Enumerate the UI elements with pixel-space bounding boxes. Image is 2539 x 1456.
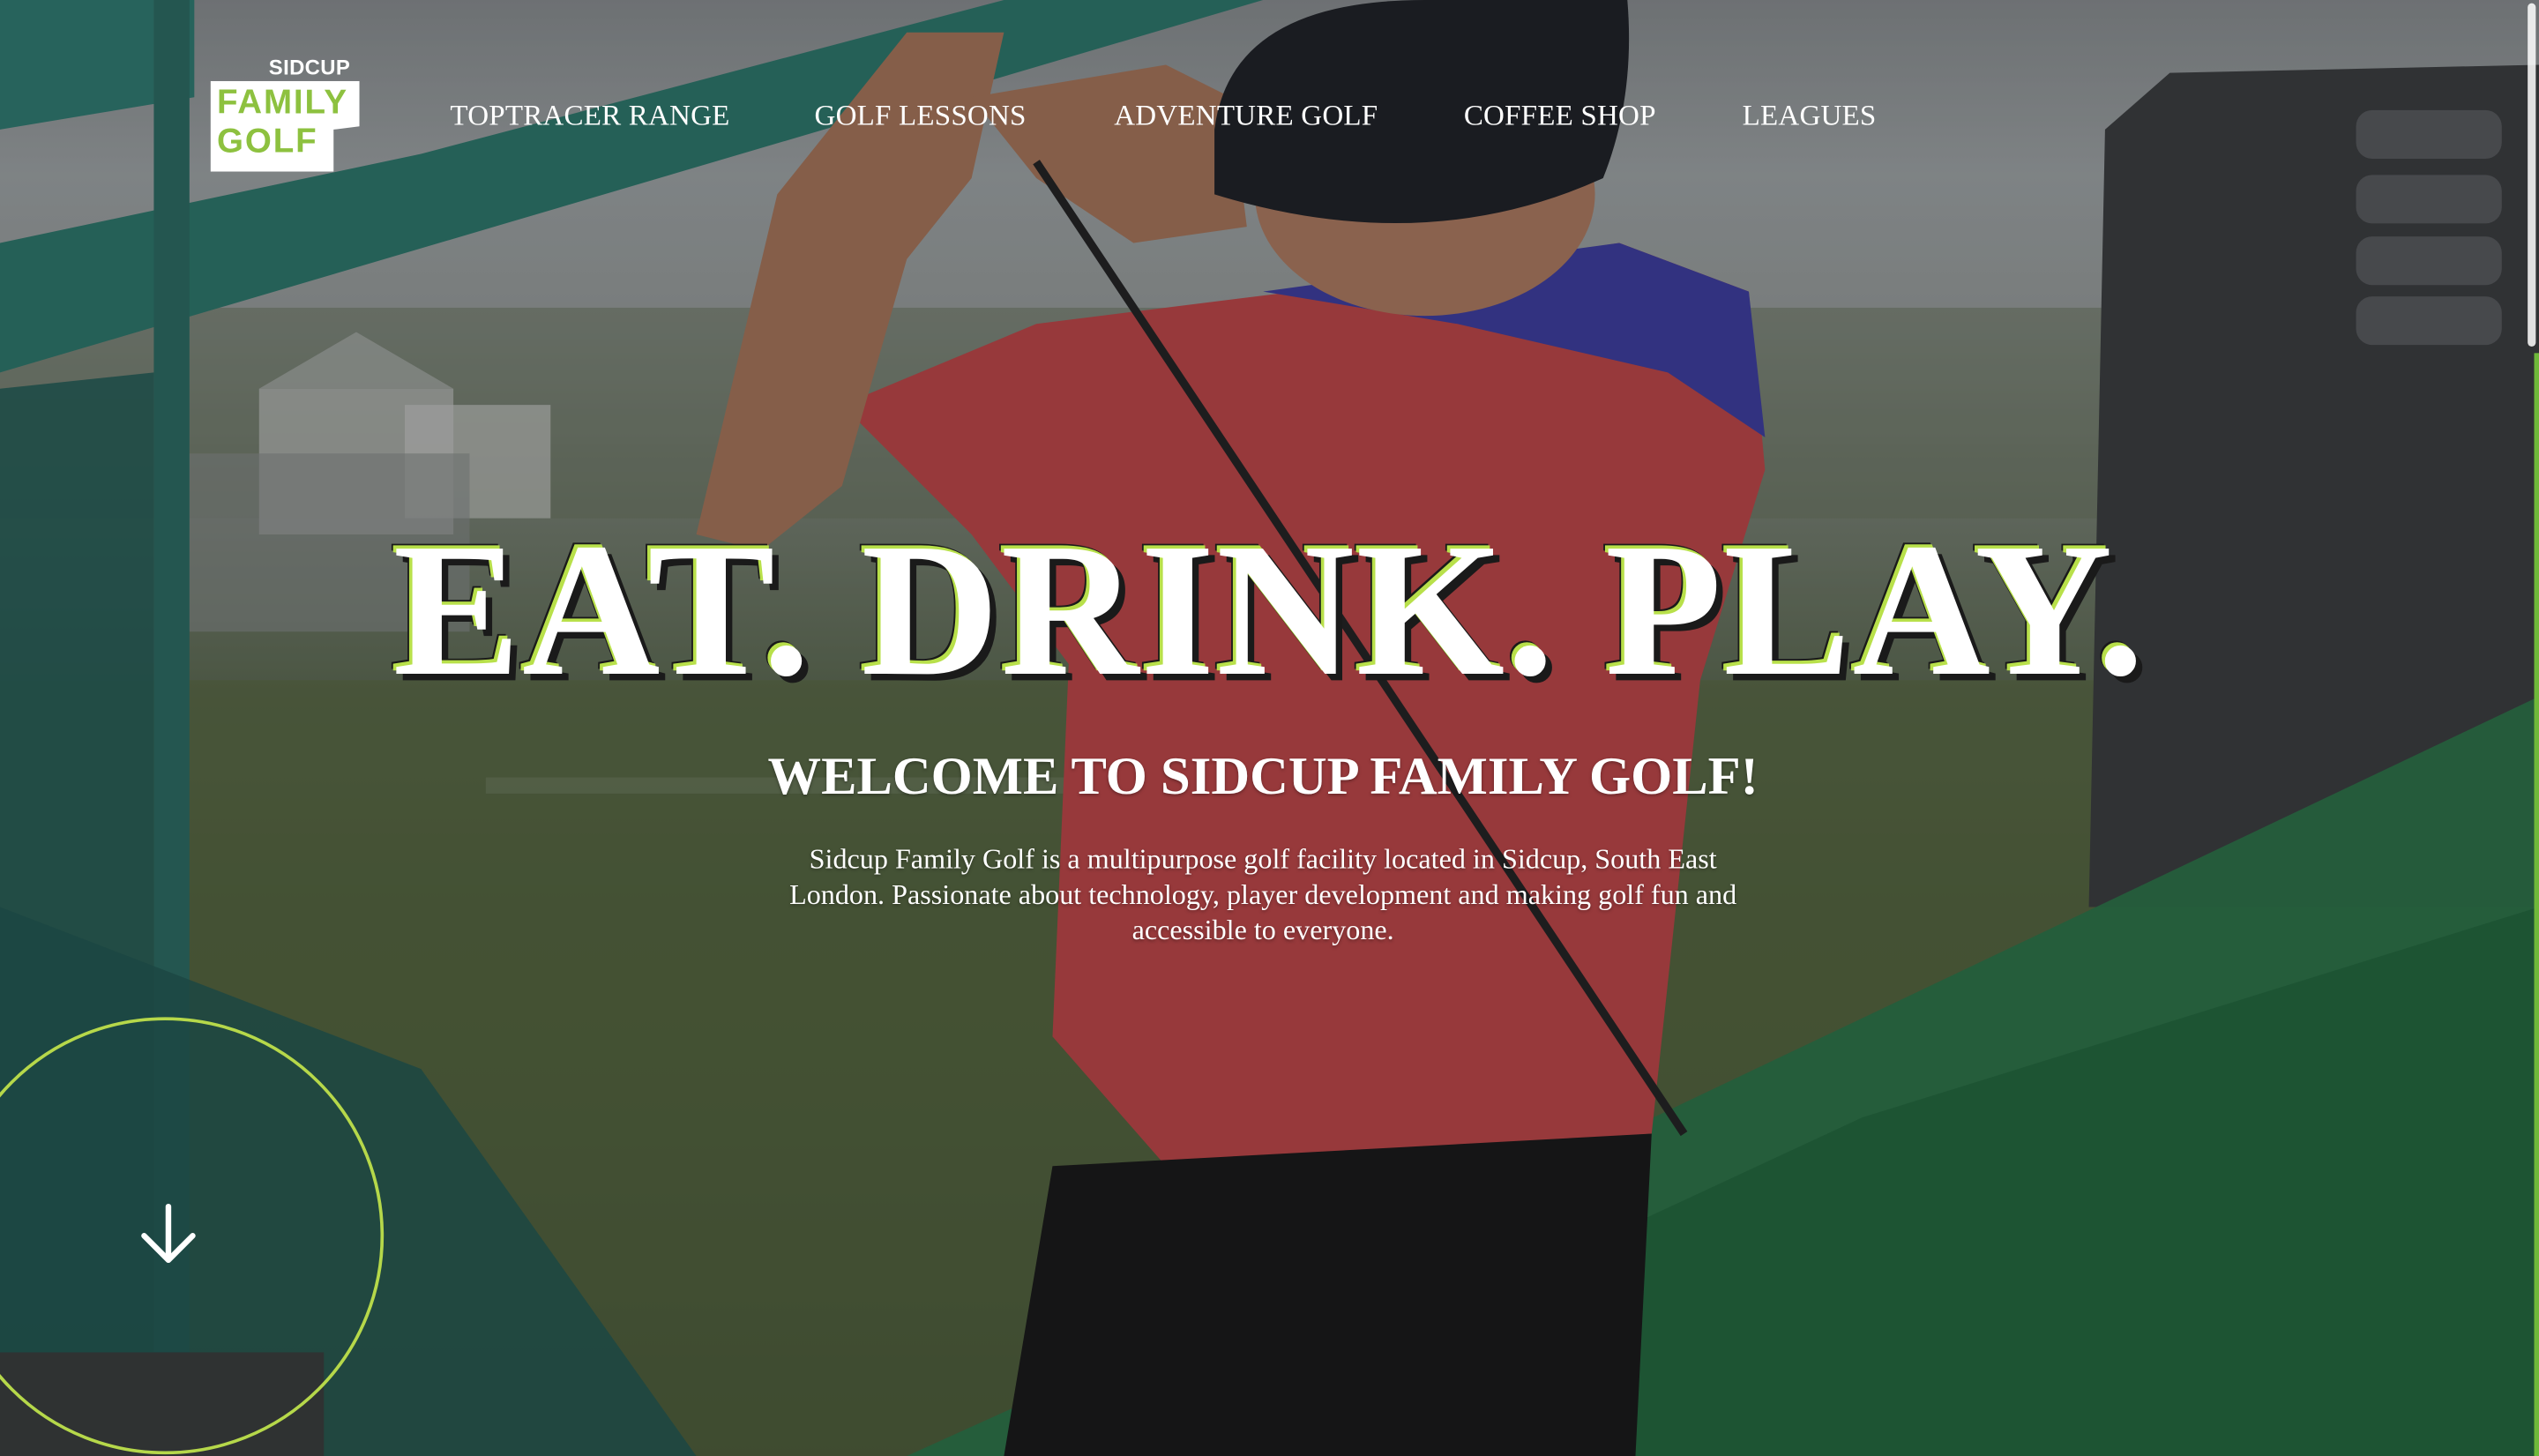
- nav-item-golf-lessons[interactable]: GOLF LESSONS: [815, 99, 1027, 133]
- welcome-heading: WELCOME TO SIDCUP FAMILY GOLF!: [767, 748, 1759, 807]
- page: SIDCUP FAMILY GOLF TOPTRACER RANGE GOLF …: [0, 0, 2539, 1456]
- nav-item-adventure-golf[interactable]: ADVENTURE GOLF: [1114, 99, 1378, 133]
- arrow-down-icon[interactable]: [136, 1202, 200, 1266]
- page-scrollbar-thumb[interactable]: [2528, 3, 2536, 347]
- nav-item-toptracer-range[interactable]: TOPTRACER RANGE: [450, 99, 729, 133]
- logo-block: FAMILY GOLF: [210, 80, 360, 172]
- nav-item-leagues[interactable]: LEAGUES: [1743, 99, 1877, 133]
- logo-family-text: FAMILY: [217, 84, 348, 122]
- intro-paragraph: Sidcup Family Golf is a multipurpose gol…: [789, 841, 1737, 946]
- hero-headline: EAT. DRINK. PLAY.: [392, 504, 2147, 716]
- site-logo[interactable]: SIDCUP FAMILY GOLF: [207, 55, 370, 178]
- logo-sidcup-text: SIDCUP: [268, 55, 351, 79]
- nav-item-coffee-shop[interactable]: COFFEE SHOP: [1464, 99, 1656, 133]
- scroll-progress-accent: [2534, 353, 2539, 1456]
- logo-golf-text: GOLF: [217, 123, 318, 161]
